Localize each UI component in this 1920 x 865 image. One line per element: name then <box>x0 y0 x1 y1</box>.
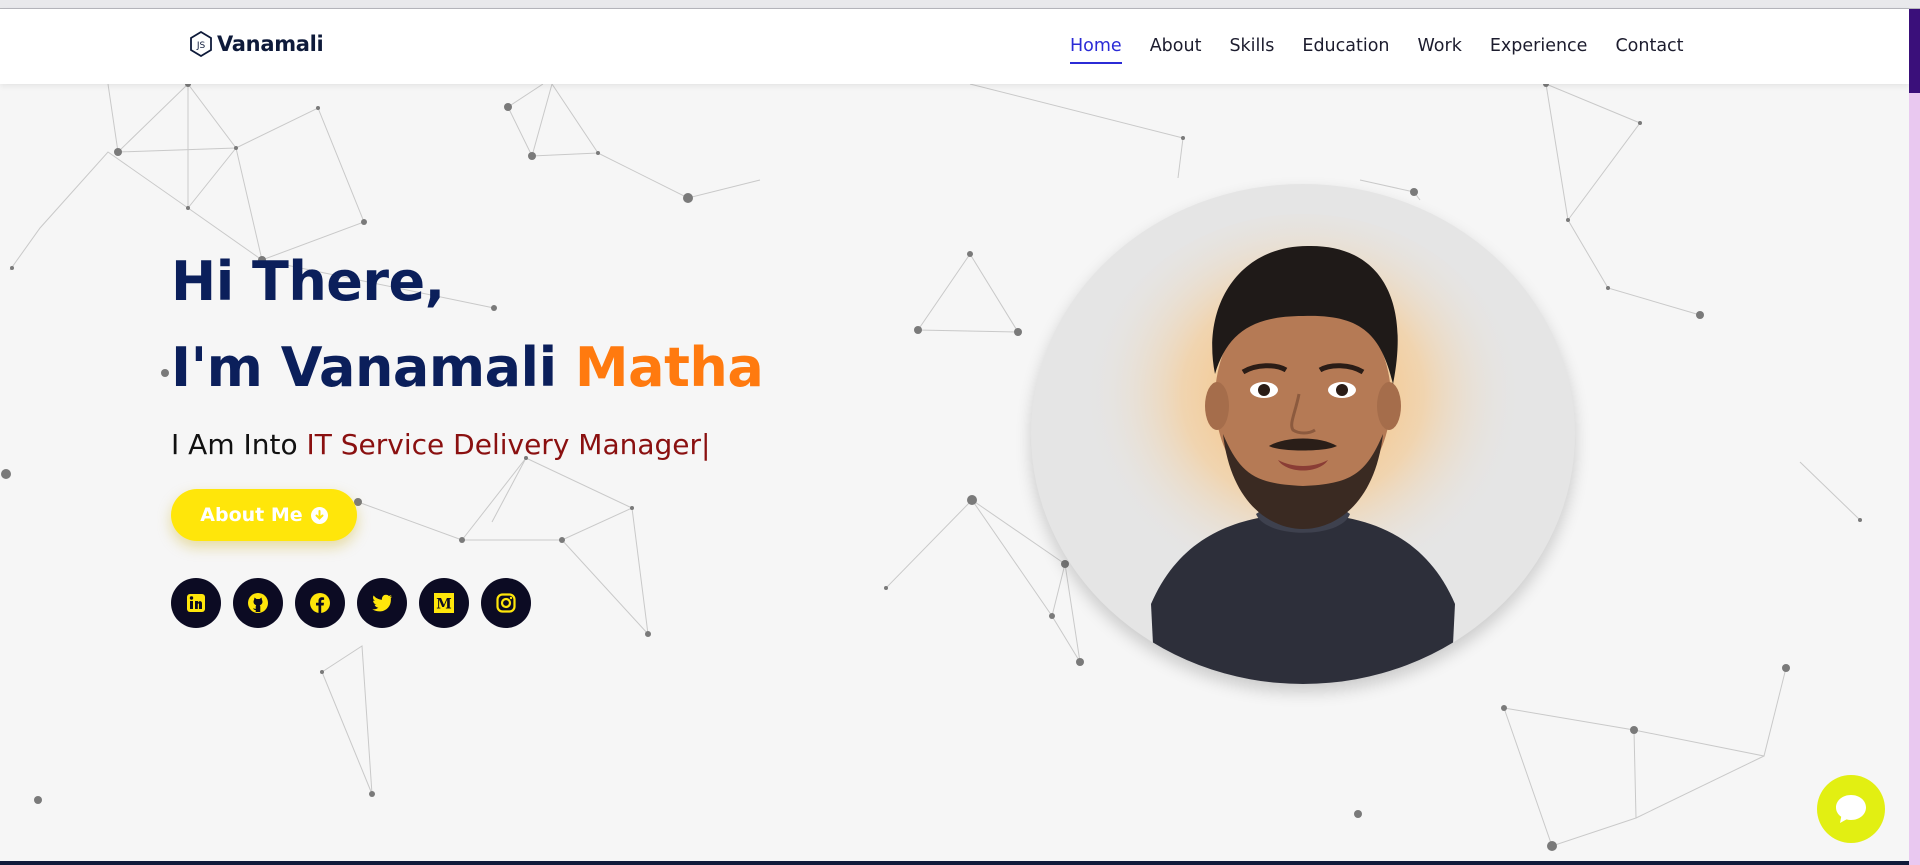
twitter-icon <box>372 594 392 612</box>
about-me-label: About Me <box>200 504 303 526</box>
nav-item-about[interactable]: About <box>1150 36 1202 64</box>
linkedin-icon <box>187 594 205 612</box>
linkedin-link[interactable] <box>171 578 221 628</box>
hero-intro: I'm Vanamali Matha <box>171 336 764 399</box>
about-me-button[interactable]: About Me <box>171 489 357 541</box>
brand-logo[interactable]: JS Vanamali <box>189 31 324 57</box>
nav-item-experience[interactable]: Experience <box>1490 36 1588 64</box>
profile-portrait <box>1083 214 1523 684</box>
profile-avatar <box>1031 184 1575 684</box>
hero-intro-text: I'm Vanamali <box>171 336 575 399</box>
page-scrollbar-track[interactable] <box>1909 9 1920 865</box>
svg-text:JS: JS <box>196 41 206 51</box>
medium-icon: M <box>434 593 454 613</box>
twitter-link[interactable] <box>357 578 407 628</box>
brand-name: Vanamali <box>217 32 324 56</box>
section-divider <box>0 861 1909 865</box>
github-icon <box>248 593 268 613</box>
typing-cursor: | <box>701 428 711 461</box>
browser-top-edge <box>0 0 1920 9</box>
typed-prefix: I Am Into <box>171 428 307 461</box>
nav-item-contact[interactable]: Contact <box>1615 36 1683 64</box>
site-header: JS Vanamali Home About Skills Education … <box>0 9 1909 84</box>
typed-role: IT Service Delivery Manager <box>306 428 702 461</box>
page-scrollbar-thumb[interactable] <box>1909 9 1920 93</box>
chat-widget-button[interactable] <box>1817 775 1885 843</box>
nav-item-home[interactable]: Home <box>1070 36 1122 64</box>
particles-background <box>1 84 1862 851</box>
instagram-icon <box>496 593 516 613</box>
nav-item-work[interactable]: Work <box>1418 36 1462 64</box>
social-links: M <box>171 578 531 628</box>
facebook-link[interactable] <box>295 578 345 628</box>
github-link[interactable] <box>233 578 283 628</box>
facebook-icon <box>310 593 330 613</box>
main-nav: Home About Skills Education Work Experie… <box>1070 36 1712 64</box>
nav-item-education[interactable]: Education <box>1302 36 1389 64</box>
arrow-circle-down-icon <box>310 506 328 524</box>
svg-text:M: M <box>436 597 452 613</box>
medium-link[interactable]: M <box>419 578 469 628</box>
instagram-link[interactable] <box>481 578 531 628</box>
js-hexagon-icon: JS <box>190 31 212 57</box>
nav-item-skills[interactable]: Skills <box>1229 36 1274 64</box>
typed-role-line: I Am Into IT Service Delivery Manager| <box>171 428 710 461</box>
hero-greeting: Hi There, <box>171 250 445 313</box>
chat-bubble-icon <box>1836 795 1866 823</box>
hero-highlight-name: Matha <box>574 336 764 399</box>
